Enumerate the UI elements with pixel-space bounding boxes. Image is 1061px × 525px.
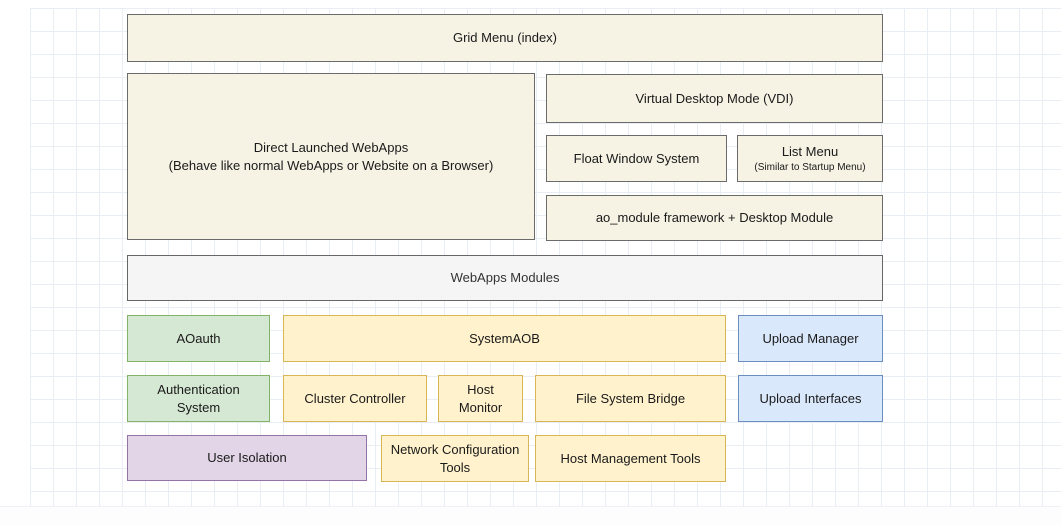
box-cluster-controller-label: Cluster Controller — [304, 390, 405, 408]
box-ao-module-framework: ao_module framework + Desktop Module — [546, 195, 883, 241]
box-file-system-bridge: File System Bridge — [535, 375, 726, 422]
box-float-window-system: Float Window System — [546, 135, 727, 182]
box-float-window-system-label: Float Window System — [574, 150, 700, 168]
box-ao-module-framework-label: ao_module framework + Desktop Module — [596, 209, 833, 227]
box-host-monitor: Host Monitor — [438, 375, 523, 422]
box-user-isolation: User Isolation — [127, 435, 367, 481]
box-upload-manager-label: Upload Manager — [762, 330, 858, 348]
box-upload-interfaces-label: Upload Interfaces — [760, 390, 862, 408]
box-direct-launched-webapps-sublabel: (Behave like normal WebApps or Website o… — [169, 157, 494, 175]
box-host-monitor-label: Host Monitor — [447, 381, 514, 416]
box-host-management-tools-label: Host Management Tools — [561, 450, 701, 468]
box-system-aob-label: SystemAOB — [469, 330, 540, 348]
box-authentication-system-label: Authentication System — [136, 381, 261, 416]
box-webapps-modules-label: WebApps Modules — [451, 269, 560, 287]
box-direct-launched-webapps-label: Direct Launched WebApps — [254, 139, 408, 157]
diagram-canvas: Grid Menu (index) Direct Launched WebApp… — [0, 0, 1061, 525]
box-list-menu: List Menu (Similar to Startup Menu) — [737, 135, 883, 182]
box-list-menu-sublabel: (Similar to Startup Menu) — [754, 161, 865, 174]
box-user-isolation-label: User Isolation — [207, 449, 286, 467]
box-system-aob: SystemAOB — [283, 315, 726, 362]
canvas-bottom-strip — [0, 506, 1061, 525]
box-direct-launched-webapps: Direct Launched WebApps (Behave like nor… — [127, 73, 535, 240]
box-grid-menu-label: Grid Menu (index) — [453, 29, 557, 47]
box-upload-manager: Upload Manager — [738, 315, 883, 362]
box-webapps-modules: WebApps Modules — [127, 255, 883, 301]
box-upload-interfaces: Upload Interfaces — [738, 375, 883, 422]
box-aoauth: AOauth — [127, 315, 270, 362]
box-file-system-bridge-label: File System Bridge — [576, 390, 685, 408]
box-grid-menu: Grid Menu (index) — [127, 14, 883, 62]
box-list-menu-label: List Menu — [782, 143, 838, 161]
box-host-management-tools: Host Management Tools — [535, 435, 726, 482]
box-cluster-controller: Cluster Controller — [283, 375, 427, 422]
box-virtual-desktop-mode-label: Virtual Desktop Mode (VDI) — [636, 90, 794, 108]
box-network-configuration-tools: Network Configuration Tools — [381, 435, 529, 482]
box-authentication-system: Authentication System — [127, 375, 270, 422]
box-aoauth-label: AOauth — [176, 330, 220, 348]
box-network-configuration-tools-label: Network Configuration Tools — [390, 441, 520, 476]
box-virtual-desktop-mode: Virtual Desktop Mode (VDI) — [546, 74, 883, 123]
